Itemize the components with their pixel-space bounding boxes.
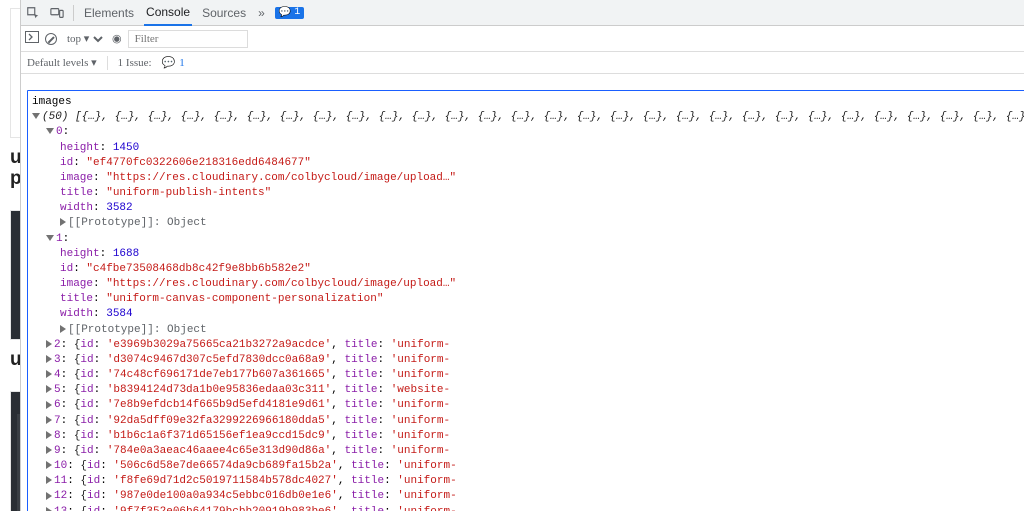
thumb-add-intent: Intents ✕ Add an Intent Intents allow yo…: [10, 210, 20, 340]
divider: [107, 56, 108, 70]
tab-more[interactable]: »: [256, 6, 267, 20]
item-3-collapsed[interactable]: 3: {id: 'd3074c9467d307c5efd7830dcc0a68a…: [32, 353, 1024, 368]
item-0-title: title: "uniform-publish-intents": [32, 186, 1024, 201]
item-13-collapsed[interactable]: 13: {id: '9f7f352e06b64179bcbb20919b983b…: [32, 505, 1024, 511]
context-select[interactable]: top ▾: [63, 32, 106, 46]
caret-down-icon[interactable]: [32, 113, 40, 119]
log-array-preview: (50) [{…}, {…}, {…}, {…}, {…}, {…}, {…},…: [32, 110, 1024, 125]
caret-right-icon: [60, 218, 66, 226]
caret-down-icon: [46, 235, 54, 241]
item-8-collapsed[interactable]: 8: {id: 'b1b6c1a6f371d65156ef1ea9ccd15dc…: [32, 429, 1024, 444]
caret-right-icon: [46, 431, 52, 439]
console-log[interactable]: images (50) [{…}, {…}, {…}, {…}, {…}, {……: [27, 90, 1024, 511]
item-0-width: width: 3582: [32, 201, 1024, 216]
device-icon[interactable]: [49, 5, 65, 21]
item-0-header[interactable]: 0:: [32, 125, 1024, 140]
source-link[interactable]: index.js?4080:29: [27, 76, 1024, 90]
item-9-collapsed[interactable]: 9: {id: '784e0a3aeac46aaee4c65e313d90d86…: [32, 444, 1024, 459]
item-1-image: image: "https://res.cloudinary.com/colby…: [32, 277, 1024, 292]
divider: [73, 5, 74, 21]
caret-right-icon: [46, 476, 52, 484]
card-caption: uniform-add-new-intent: [10, 350, 20, 371]
console-body[interactable]: index.js?4080:29 images (50) [{…}, {…}, …: [21, 74, 1024, 511]
item-1-height: height: 1688: [32, 247, 1024, 262]
item-1-title: title: "uniform-canvas-component-persona…: [32, 292, 1024, 307]
caret-right-icon: [60, 325, 66, 333]
tab-sources[interactable]: Sources: [200, 6, 248, 20]
caret-right-icon: [46, 461, 52, 469]
card-add-intent[interactable]: Intents ✕ Add an Intent Intents allow yo…: [10, 210, 20, 371]
caret-right-icon: [46, 370, 52, 378]
console-subbar: top ▾ ◉ 1 hidden ⚙: [21, 26, 1024, 52]
dark-sidebar: [17, 414, 20, 511]
caret-right-icon: [46, 416, 52, 424]
tab-console[interactable]: Console: [144, 5, 192, 26]
item-0-id: id: "ef4770fc0322606e218316edd6484677": [32, 156, 1024, 171]
thumb-composition: My Space Jelly Blog headline Sign up for…: [10, 8, 20, 138]
item-12-collapsed[interactable]: 12: {id: '987e0de100a0a934c5ebbc016db0e1…: [32, 489, 1024, 504]
caret-right-icon: [46, 507, 52, 511]
caret-right-icon: [46, 385, 52, 393]
caret-right-icon: [46, 446, 52, 454]
item-0-height: height: 1450: [32, 141, 1024, 156]
clear-console-icon[interactable]: [45, 33, 57, 45]
item-1-header[interactable]: 1:: [32, 232, 1024, 247]
issues-label: 1 Issue:: [118, 57, 152, 69]
item-1-id: id: "c4fbe73508468db8c42f9e8bb6b582e2": [32, 262, 1024, 277]
caret-right-icon: [46, 355, 52, 363]
levels-select[interactable]: Default levels ▾: [27, 56, 97, 69]
devtools-panel: Elements Console Sources » 💬 1 ⚙ ⋮ ✕ top…: [20, 0, 1024, 511]
sidebar-toggle-icon[interactable]: [25, 31, 39, 47]
item-1-width: width: 3584: [32, 307, 1024, 322]
caret-right-icon: [46, 401, 52, 409]
item-6-collapsed[interactable]: 6: {id: '7e8b9efdcb14f665b9d5efd4181e9d6…: [32, 398, 1024, 413]
tab-elements[interactable]: Elements: [82, 6, 136, 20]
issues-badge[interactable]: 💬 1: [275, 7, 304, 19]
caret-right-icon: [46, 492, 52, 500]
item-2-collapsed[interactable]: 2: {id: 'e3969b3029a75665ca21b3272a9acdc…: [32, 338, 1024, 353]
item-10-collapsed[interactable]: 10: {id: '506c6d58e7de66574da9cb689fa15b…: [32, 459, 1024, 474]
log-header: images: [32, 95, 1024, 110]
live-expr-icon[interactable]: ◉: [112, 32, 122, 46]
item-5-collapsed[interactable]: 5: {id: 'b8394124d73da1b0e95836edaa03c31…: [32, 383, 1024, 398]
filter-input[interactable]: [128, 30, 248, 48]
devtools-toolbar: Elements Console Sources » 💬 1 ⚙ ⋮ ✕: [21, 0, 1024, 26]
caret-down-icon: [46, 128, 54, 134]
webpage-panel: My Space Jelly Blog headline Sign up for…: [0, 0, 20, 511]
card-composition[interactable]: My Space Jelly Blog headline Sign up for…: [10, 8, 20, 190]
item-0-image: image: "https://res.cloudinary.com/colby…: [32, 171, 1024, 186]
inspect-icon[interactable]: [25, 5, 41, 21]
caret-right-icon: [46, 340, 52, 348]
card-caption: uniform-composition-data-props: [10, 148, 20, 190]
item-11-collapsed[interactable]: 11: {id: 'f8fe69d71d2c5019711584b578dc40…: [32, 474, 1024, 489]
card-query-string-signal[interactable]: Follow on … Add Signal to Follow on Soci…: [10, 391, 20, 511]
item-7-collapsed[interactable]: 7: {id: '92da5dff09e32fa3299226966180dda…: [32, 414, 1024, 429]
console-subbar2: Default levels ▾ 1 Issue: 💬 1: [21, 52, 1024, 74]
thumb-query-string: Follow on … Add Signal to Follow on Soci…: [10, 391, 20, 511]
item-4-collapsed[interactable]: 4: {id: '74c48cf696171de7eb177b607a36166…: [32, 368, 1024, 383]
issue-link[interactable]: 💬 1: [162, 56, 185, 69]
item-0-proto: [[Prototype]]: Object: [32, 216, 1024, 231]
item-1-proto: [[Prototype]]: Object: [32, 323, 1024, 338]
